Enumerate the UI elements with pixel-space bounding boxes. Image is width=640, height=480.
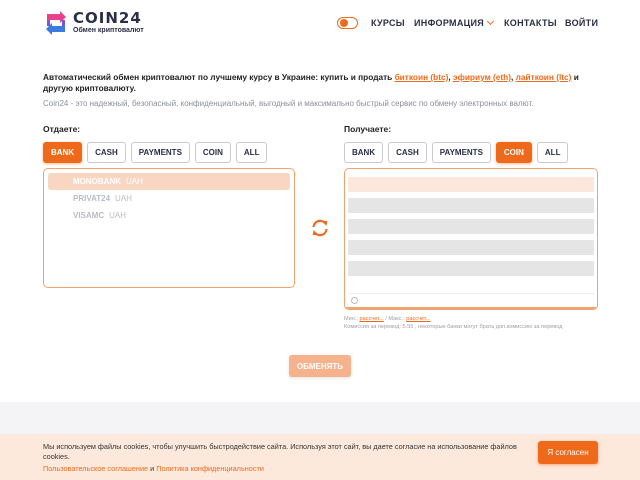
min-label: Мин.:	[344, 316, 360, 322]
get-tab-bank[interactable]: BANK	[344, 142, 384, 163]
get-item-placeholder[interactable]	[348, 240, 594, 255]
footer-band	[0, 402, 640, 436]
limits-line: Мин.: рассчет... / Макс.: рассчет...	[344, 315, 563, 323]
get-currency-list	[344, 168, 598, 310]
give-label: Отдаете:	[43, 124, 81, 134]
give-item-privat24[interactable]: PRIVAT24 UAH	[48, 190, 290, 207]
get-item-placeholder[interactable]	[348, 198, 594, 213]
get-tab-payments[interactable]: PAYMENTS	[431, 142, 491, 163]
brand-tagline: Обмен криптовалют	[73, 27, 144, 34]
link-bitcoin[interactable]: биткоин (btc)	[395, 72, 449, 82]
coin24-logo-icon[interactable]	[44, 10, 68, 36]
give-item-visamc[interactable]: VISAMC UAH	[48, 207, 290, 224]
max-value: рассчет...	[406, 316, 431, 322]
give-tab-bank[interactable]: BANK	[43, 142, 83, 163]
get-tab-coin[interactable]: COIN	[495, 142, 532, 163]
user-agreement-link[interactable]: Пользовательское соглашение	[43, 464, 148, 473]
min-value: рассчет...	[359, 316, 384, 322]
cookie-text: Мы используем файлы cookies, чтобы улучш…	[43, 442, 517, 461]
currency-code: UAH	[115, 194, 132, 203]
cookie-links: Пользовательское соглашение и Политика к…	[43, 464, 264, 473]
nav-info-label: ИНФОРМАЦИЯ	[414, 18, 485, 28]
link-litecoin[interactable]: лайткоин (ltc)	[516, 72, 572, 82]
get-tab-cash[interactable]: CASH	[388, 142, 427, 163]
nav-login[interactable]: ВОЙТИ	[565, 18, 598, 28]
currency-code: UAH	[126, 177, 143, 186]
exchange-button[interactable]: ОБМЕНЯТЬ	[289, 355, 351, 377]
currency-code: UAH	[109, 211, 127, 220]
get-item-placeholder[interactable]	[348, 177, 594, 192]
input-underline	[345, 307, 597, 309]
toggle-knob	[340, 19, 348, 27]
give-item-monobank[interactable]: MONOBANK UAH	[48, 173, 290, 190]
get-label: Получаете:	[344, 124, 392, 134]
get-amount-input[interactable]	[348, 293, 594, 306]
link-ethereum[interactable]: эфириум (eth)	[453, 72, 511, 82]
theme-toggle[interactable]	[337, 17, 358, 29]
cookie-accept-button[interactable]: Я согласен	[538, 441, 598, 464]
swap-arrows-icon[interactable]	[310, 218, 330, 238]
get-tabs: BANK CASH PAYMENTS COIN ALL	[344, 142, 569, 163]
loading-spinner-icon	[351, 297, 358, 304]
give-currency-list: MONOBANK UAH PRIVAT24 UAH VISAMC UAH	[43, 168, 295, 288]
give-tab-coin[interactable]: COIN	[194, 142, 231, 163]
privacy-policy-link[interactable]: Политика конфиденциальности	[156, 464, 264, 473]
give-tabs: BANK CASH PAYMENTS COIN ALL	[43, 142, 268, 163]
nav-info[interactable]: ИНФОРМАЦИЯ	[414, 17, 495, 28]
give-tab-all[interactable]: ALL	[235, 142, 268, 163]
intro-description: Coin24 - это надежный, безопасный, конфи…	[43, 99, 534, 108]
intro-heading: Автоматический обмен криптовалют по лучш…	[43, 72, 603, 94]
get-item-placeholder[interactable]	[348, 219, 594, 234]
currency-name: MONOBANK	[73, 177, 121, 186]
exchange-limits: Мин.: рассчет... / Макс.: рассчет... Ком…	[344, 315, 563, 331]
get-tab-all[interactable]: ALL	[536, 142, 569, 163]
give-tab-cash[interactable]: CASH	[87, 142, 126, 163]
nav-contacts[interactable]: КОНТАКТЫ	[504, 18, 557, 28]
site-header: COIN24 Обмен криптовалют КУРСЫ ИНФОРМАЦИ…	[0, 0, 640, 48]
get-item-placeholder[interactable]	[348, 261, 594, 276]
intro-text: Автоматический обмен криптовалют по лучш…	[43, 72, 395, 82]
brand-name[interactable]: COIN24	[73, 9, 142, 27]
nav-rates[interactable]: КУРСЫ	[371, 18, 405, 28]
chevron-down-icon	[487, 17, 495, 26]
give-tab-payments[interactable]: PAYMENTS	[130, 142, 190, 163]
max-label: / Макс.:	[383, 316, 407, 322]
currency-name: PRIVAT24	[73, 194, 111, 203]
commission-text: Комиссия за перевод: 5.55 , некоторые ба…	[344, 324, 563, 330]
currency-name: VISAMC	[73, 211, 105, 220]
